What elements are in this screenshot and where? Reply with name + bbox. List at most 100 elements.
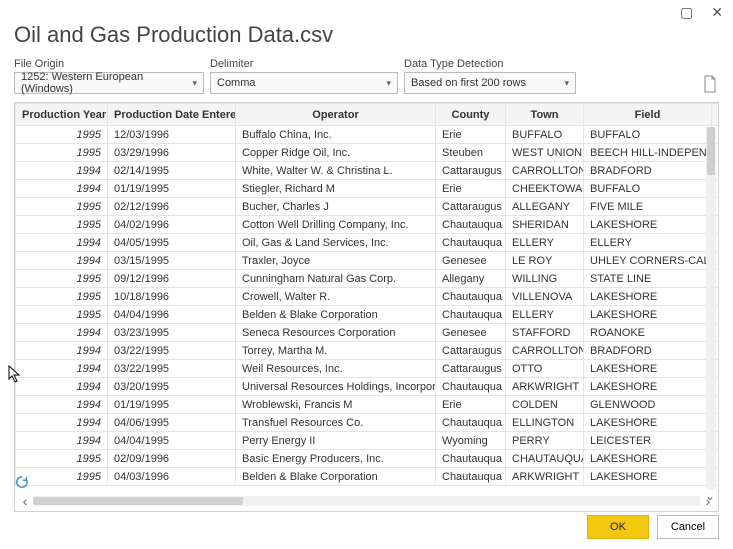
cell-county: Chautauqua bbox=[436, 234, 506, 252]
cell-operator: Buffalo China, Inc. bbox=[236, 126, 436, 144]
table-row[interactable]: 199502/12/1996Bucher, Charles JCattaraug… bbox=[16, 198, 720, 216]
col-production-year[interactable]: Production Year bbox=[16, 104, 108, 126]
cell-town: ELLERY bbox=[506, 234, 584, 252]
cell-county: Chautauqua bbox=[436, 378, 506, 396]
horizontal-scroll-thumb[interactable] bbox=[33, 497, 243, 505]
cell-date: 03/22/1995 bbox=[108, 360, 236, 378]
cell-operator: Perry Energy II bbox=[236, 432, 436, 450]
cell-town: STAFFORD bbox=[506, 324, 584, 342]
col-truncated[interactable]: Pr bbox=[712, 104, 720, 126]
cell-operator: Cunningham Natural Gas Corp. bbox=[236, 270, 436, 288]
cell-operator: Torrey, Martha M. bbox=[236, 342, 436, 360]
cell-operator: Stiegler, Richard M bbox=[236, 180, 436, 198]
horizontal-scroll-track[interactable] bbox=[33, 496, 700, 506]
maximize-icon[interactable]: ▢ bbox=[680, 4, 693, 21]
cell-county: Cattaraugus bbox=[436, 360, 506, 378]
csv-preview-dialog: ▢ ✕ Oil and Gas Production Data.csv File… bbox=[0, 0, 733, 549]
cell-county: Genesee bbox=[436, 252, 506, 270]
cell-county: Erie bbox=[436, 180, 506, 198]
table-row[interactable]: 199403/15/1995Traxler, JoyceGeneseeLE RO… bbox=[16, 252, 720, 270]
vertical-scroll-thumb[interactable] bbox=[707, 127, 715, 175]
cell-field: BUFFALO bbox=[584, 180, 712, 198]
cell-field: STATE LINE bbox=[584, 270, 712, 288]
cell-county: Erie bbox=[436, 396, 506, 414]
cell-town: ALLEGANY bbox=[506, 198, 584, 216]
table-row[interactable]: 199510/18/1996Crowell, Walter R.Chautauq… bbox=[16, 288, 720, 306]
table-row[interactable]: 199403/22/1995Torrey, Martha M.Cattaraug… bbox=[16, 342, 720, 360]
cell-field: ROANOKE bbox=[584, 324, 712, 342]
file-origin-select[interactable]: 1252: Western European (Windows) ▾ bbox=[14, 72, 204, 94]
table-row[interactable]: 199403/22/1995Weil Resources, Inc.Cattar… bbox=[16, 360, 720, 378]
cell-town: ELLERY bbox=[506, 306, 584, 324]
delimiter-group: Delimiter Comma ▾ bbox=[210, 58, 398, 94]
scroll-right-icon[interactable]: › bbox=[700, 493, 716, 509]
table-row[interactable]: 199504/04/1996Belden & Blake Corporation… bbox=[16, 306, 720, 324]
col-operator[interactable]: Operator bbox=[236, 104, 436, 126]
table-row[interactable]: 199512/03/1996Buffalo China, Inc.ErieBUF… bbox=[16, 126, 720, 144]
col-town[interactable]: Town bbox=[506, 104, 584, 126]
cell-county: Erie bbox=[436, 126, 506, 144]
table-row[interactable]: 199403/20/1995Universal Resources Holdin… bbox=[16, 378, 720, 396]
cell-town: CHAUTAUQUA bbox=[506, 450, 584, 468]
detection-group: Data Type Detection Based on first 200 r… bbox=[404, 58, 576, 94]
cell-operator: Weil Resources, Inc. bbox=[236, 360, 436, 378]
table-row[interactable]: 199404/06/1995Transfuel Resources Co.Cha… bbox=[16, 414, 720, 432]
table-row[interactable]: 199404/05/1995Oil, Gas & Land Services, … bbox=[16, 234, 720, 252]
scroll-left-icon[interactable]: ‹ bbox=[17, 493, 33, 509]
cell-field: BRADFORD bbox=[584, 342, 712, 360]
cell-year: 1995 bbox=[16, 126, 108, 144]
cell-field: LAKESHORE bbox=[584, 216, 712, 234]
cell-county: Allegany bbox=[436, 270, 506, 288]
cell-county: Cattaraugus bbox=[436, 198, 506, 216]
cell-county: Chautauqua bbox=[436, 306, 506, 324]
cell-date: 01/19/1995 bbox=[108, 180, 236, 198]
cell-town: CARROLLTON bbox=[506, 342, 584, 360]
window-controls: ▢ ✕ bbox=[680, 4, 723, 21]
cell-field: BEECH HILL-INDEPENDENCE bbox=[584, 144, 712, 162]
cell-date: 04/04/1996 bbox=[108, 306, 236, 324]
cell-operator: Basic Energy Producers, Inc. bbox=[236, 450, 436, 468]
cell-town: ARKWRIGHT bbox=[506, 378, 584, 396]
chevron-down-icon: ▾ bbox=[386, 78, 391, 89]
cell-date: 03/22/1995 bbox=[108, 342, 236, 360]
cancel-button[interactable]: Cancel bbox=[657, 515, 719, 539]
table-row[interactable]: 199403/23/1995Seneca Resources Corporati… bbox=[16, 324, 720, 342]
col-production-date-entered[interactable]: Production Date Entered bbox=[108, 104, 236, 126]
refresh-icon[interactable] bbox=[15, 475, 31, 491]
table-row[interactable]: 199401/19/1995Wroblewski, Francis MErieC… bbox=[16, 396, 720, 414]
page-settings-icon[interactable] bbox=[701, 74, 719, 94]
cell-field: LAKESHORE bbox=[584, 414, 712, 432]
cell-year: 1994 bbox=[16, 414, 108, 432]
table-row[interactable]: 199503/29/1996Copper Ridge Oil, Inc.Steu… bbox=[16, 144, 720, 162]
cell-operator: White, Walter W. & Christina L. bbox=[236, 162, 436, 180]
table-row[interactable]: 199509/12/1996Cunningham Natural Gas Cor… bbox=[16, 270, 720, 288]
cell-year: 1995 bbox=[16, 270, 108, 288]
horizontal-scrollbar[interactable]: ‹ › bbox=[17, 493, 716, 509]
close-icon[interactable]: ✕ bbox=[711, 4, 723, 21]
cell-date: 12/03/1996 bbox=[108, 126, 236, 144]
table-row[interactable]: 199401/19/1995Stiegler, Richard MErieCHE… bbox=[16, 180, 720, 198]
cell-town: SHERIDAN bbox=[506, 216, 584, 234]
cell-county: Steuben bbox=[436, 144, 506, 162]
cell-county: Wyoming bbox=[436, 432, 506, 450]
table-row[interactable]: 199504/02/1996Cotton Well Drilling Compa… bbox=[16, 216, 720, 234]
cell-operator: Oil, Gas & Land Services, Inc. bbox=[236, 234, 436, 252]
col-county[interactable]: County bbox=[436, 104, 506, 126]
table-row[interactable]: 199402/14/1995White, Walter W. & Christi… bbox=[16, 162, 720, 180]
cell-date: 09/12/1996 bbox=[108, 270, 236, 288]
dialog-title: Oil and Gas Production Data.csv bbox=[14, 22, 719, 48]
cell-town: CHEEKTOWAGA bbox=[506, 180, 584, 198]
vertical-scrollbar[interactable]: ⌄ bbox=[706, 127, 716, 489]
file-origin-label: File Origin bbox=[14, 58, 204, 70]
table-row[interactable]: 199504/03/1996Belden & Blake Corporation… bbox=[16, 468, 720, 486]
cell-date: 04/04/1995 bbox=[108, 432, 236, 450]
cell-field: LAKESHORE bbox=[584, 468, 712, 486]
delimiter-label: Delimiter bbox=[210, 58, 398, 70]
detection-select[interactable]: Based on first 200 rows ▾ bbox=[404, 72, 576, 94]
col-field[interactable]: Field bbox=[584, 104, 712, 126]
delimiter-select[interactable]: Comma ▾ bbox=[210, 72, 398, 94]
table-row[interactable]: 199502/09/1996Basic Energy Producers, In… bbox=[16, 450, 720, 468]
ok-button[interactable]: OK bbox=[587, 515, 649, 539]
cell-county: Chautauqua bbox=[436, 468, 506, 486]
table-row[interactable]: 199404/04/1995Perry Energy IIWyomingPERR… bbox=[16, 432, 720, 450]
